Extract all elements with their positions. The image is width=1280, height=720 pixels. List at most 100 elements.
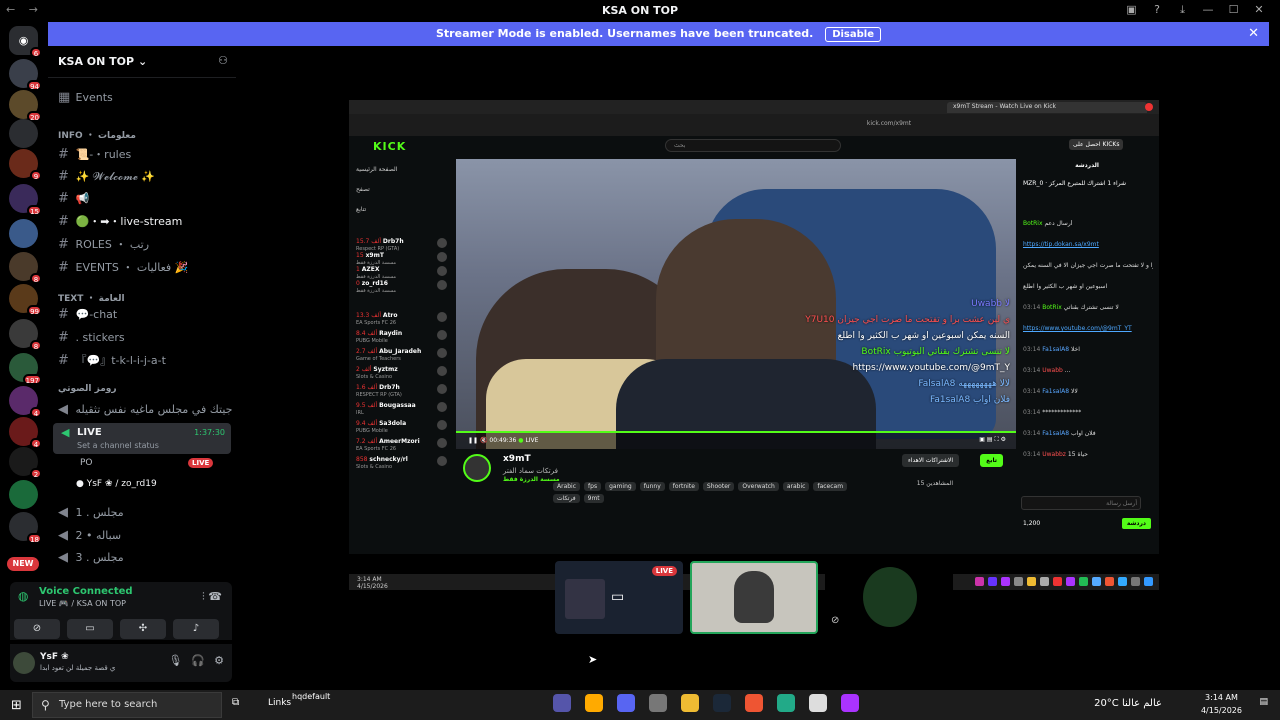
gear-icon[interactable]: ⚙ xyxy=(214,654,224,667)
server-icon[interactable]: 2 xyxy=(9,447,42,479)
banner-close-icon[interactable]: ✕ xyxy=(1248,26,1259,41)
voice-channel-2[interactable]: ◀ سباله • 2 xyxy=(58,528,121,543)
channel-live-stream[interactable]: # 🟢・➡・live-stream xyxy=(58,213,182,229)
kick-channel-item[interactable]: 1.6 ألف Drb7h RESPECT RP (GTA) xyxy=(356,384,402,398)
tag-chip[interactable]: fps xyxy=(584,482,602,491)
chat-user[interactable]: BotRix xyxy=(1023,220,1043,227)
server-icon[interactable]: 9 xyxy=(9,149,42,181)
channel-roles[interactable]: # ROLES ・ رتب xyxy=(58,236,149,252)
voice-connected-sub[interactable]: LIVE 🎮 / KSA ON TOP xyxy=(39,599,126,608)
kick-channel-item[interactable]: 15.7 ألف Drb7h Respect RP (GTA) xyxy=(356,238,404,252)
kick-channel-item[interactable]: 7.2 ألف AmeerMzori EA Sports FC 26 xyxy=(356,438,420,452)
task-view-icon[interactable]: ⧉ xyxy=(232,697,239,708)
user-name[interactable]: YsF ❀ xyxy=(40,652,69,662)
server-icon[interactable] xyxy=(9,219,38,248)
tag-chip[interactable]: arabic xyxy=(782,482,810,491)
category-voice[interactable]: رومز الصوتي xyxy=(58,384,117,394)
notification-icon[interactable]: ▤ xyxy=(1259,697,1268,707)
windows-start-icon[interactable]: ⊞ xyxy=(11,698,22,713)
events-item[interactable]: ▦ Events xyxy=(58,90,113,105)
follow-button[interactable]: تابع xyxy=(980,454,1003,467)
channel-tklijat[interactable]: # 『💬』t-k-l-i-j-a-t xyxy=(58,352,166,368)
tag-chip[interactable]: فرتكات xyxy=(553,494,580,503)
server-icon[interactable]: 94 xyxy=(9,59,42,91)
category-info[interactable]: INFO ・ معلومات xyxy=(58,128,136,141)
avatar[interactable] xyxy=(13,652,35,674)
chat-user[interactable]: Uwabbz xyxy=(1042,451,1066,458)
tag-chip[interactable]: 9mt xyxy=(583,494,604,503)
help-icon[interactable]: ? xyxy=(1146,3,1168,16)
tag-chip[interactable]: facecam xyxy=(813,482,848,491)
mic-icon[interactable]: 🎙 xyxy=(168,654,182,667)
kick-channel-item[interactable]: 15 x9mT مسسة الدرزة فقط xyxy=(356,252,396,266)
headset-icon[interactable]: 🎧 xyxy=(191,654,205,667)
server-icon[interactable]: 4 xyxy=(9,417,42,449)
server-icon[interactable]: 8 xyxy=(9,252,42,284)
voice-channel-1[interactable]: ◀ مجلس . 1 xyxy=(58,505,124,520)
server-icon[interactable]: 197 xyxy=(9,353,42,385)
theater-icon[interactable]: ▣ xyxy=(979,436,985,443)
app-icon[interactable] xyxy=(585,694,603,712)
streamer-name[interactable]: x9mT xyxy=(503,454,531,464)
browser-tab[interactable]: x9mT Stream - Watch Live on Kick xyxy=(947,102,1147,113)
chat-send-button[interactable]: دردشة xyxy=(1121,518,1151,529)
channel-rules[interactable]: # 📜-・rules xyxy=(58,146,131,162)
voice-channel-live[interactable]: ◀ LIVE Set a channel status 1:37:30 xyxy=(53,423,231,454)
discord-icon[interactable] xyxy=(617,694,635,712)
channel-announce[interactable]: # 📢 xyxy=(58,191,89,206)
app-icon[interactable] xyxy=(553,694,571,712)
soundboard-icon[interactable]: ♪ xyxy=(173,619,219,639)
kicks-button[interactable]: احصل على KICKs xyxy=(1069,139,1124,150)
discord-home-icon[interactable]: ◉ 6 xyxy=(9,26,42,58)
kick-channel-item[interactable]: 8.4 ألف Raydin PUBG Mobile xyxy=(356,330,402,344)
tag-chip[interactable]: Shooter xyxy=(702,482,735,491)
category-text[interactable]: TEXT ・ العامة xyxy=(58,291,125,304)
links-toolbar[interactable]: Links xyxy=(268,698,291,708)
server-icon[interactable] xyxy=(9,119,38,148)
tag-chip[interactable]: Overwatch xyxy=(738,482,779,491)
kick-channel-item[interactable]: 858 schnecky/rl Slots & Casino xyxy=(356,456,408,470)
app-icon[interactable] xyxy=(809,694,827,712)
server-icon[interactable]: 15 xyxy=(9,184,42,216)
folder-icon[interactable] xyxy=(681,694,699,712)
voice-connected-title[interactable]: Voice Connected xyxy=(39,586,133,597)
server-icon[interactable]: 20 xyxy=(9,90,42,122)
stream-video[interactable]: Uwabb لا Y7U10 ي لين عشت برا و تفتحت ما ص… xyxy=(456,159,1016,449)
server-icon[interactable]: 4 xyxy=(9,386,42,418)
nav-browse[interactable]: تصفح xyxy=(356,186,370,193)
camera-off-icon[interactable]: ⊘ xyxy=(14,619,60,639)
tag-chip[interactable]: gaming xyxy=(605,482,636,491)
kick-channel-item[interactable]: 1 AZEX مسسة الدرزة فقط xyxy=(356,266,396,280)
channel-status[interactable]: Set a channel status xyxy=(77,441,159,450)
tile-stream[interactable]: ▭ LIVE xyxy=(555,561,683,634)
nav-following[interactable]: تتابع xyxy=(356,206,366,213)
chat-user[interactable]: Fa1salA8 xyxy=(1042,388,1069,395)
app-icon[interactable] xyxy=(649,694,667,712)
disconnect-icon[interactable]: ⫶ ☎ xyxy=(202,590,222,604)
close-window-icon[interactable]: ✕ xyxy=(1248,3,1270,16)
chat-user[interactable]: BotRix xyxy=(1042,304,1062,311)
voice-channel-3[interactable]: ◀ مجلس . 3 xyxy=(58,550,124,565)
streamer-avatar[interactable] xyxy=(463,454,491,482)
tag-chip[interactable]: funny xyxy=(639,482,665,491)
hqdefault-item[interactable]: hqdefault xyxy=(292,692,330,701)
taskbar-search[interactable]: ⚲ Type here to search xyxy=(32,692,222,718)
kick-channel-item[interactable]: 0 zo_rd16 مسسة الدرزة فقط xyxy=(356,280,396,294)
server-icon[interactable]: 8 xyxy=(9,319,42,351)
kick-logo[interactable]: KICK xyxy=(373,140,406,153)
steam-icon[interactable] xyxy=(713,694,731,712)
tag-chip[interactable]: Arabic xyxy=(553,482,581,491)
voice-channel-first[interactable]: ◀ جيتك في مجلس ماغيه نفس تثقيله xyxy=(58,402,232,417)
kick-channel-item[interactable]: 2.7 ألف Abu_Jaradeh Game of Teachers xyxy=(356,348,421,362)
server-icon[interactable]: NEW xyxy=(7,557,39,571)
progress-bar[interactable] xyxy=(456,431,1016,433)
tile-user-muted[interactable]: ⊘ xyxy=(825,561,953,634)
maximize-icon[interactable]: ☐ xyxy=(1223,3,1245,16)
stream-category[interactable]: مسسة الدرزة فقط xyxy=(503,476,560,483)
chat-user[interactable]: Fa1salA8 xyxy=(1042,430,1069,437)
inbox-icon[interactable]: ▣ xyxy=(1121,3,1143,16)
app-icon[interactable] xyxy=(841,694,859,712)
fullscreen-icon[interactable]: ⛶ xyxy=(994,436,998,443)
pause-icon[interactable]: ❚❚ xyxy=(468,437,478,444)
settings-icon[interactable]: ⚙ xyxy=(1001,436,1006,443)
